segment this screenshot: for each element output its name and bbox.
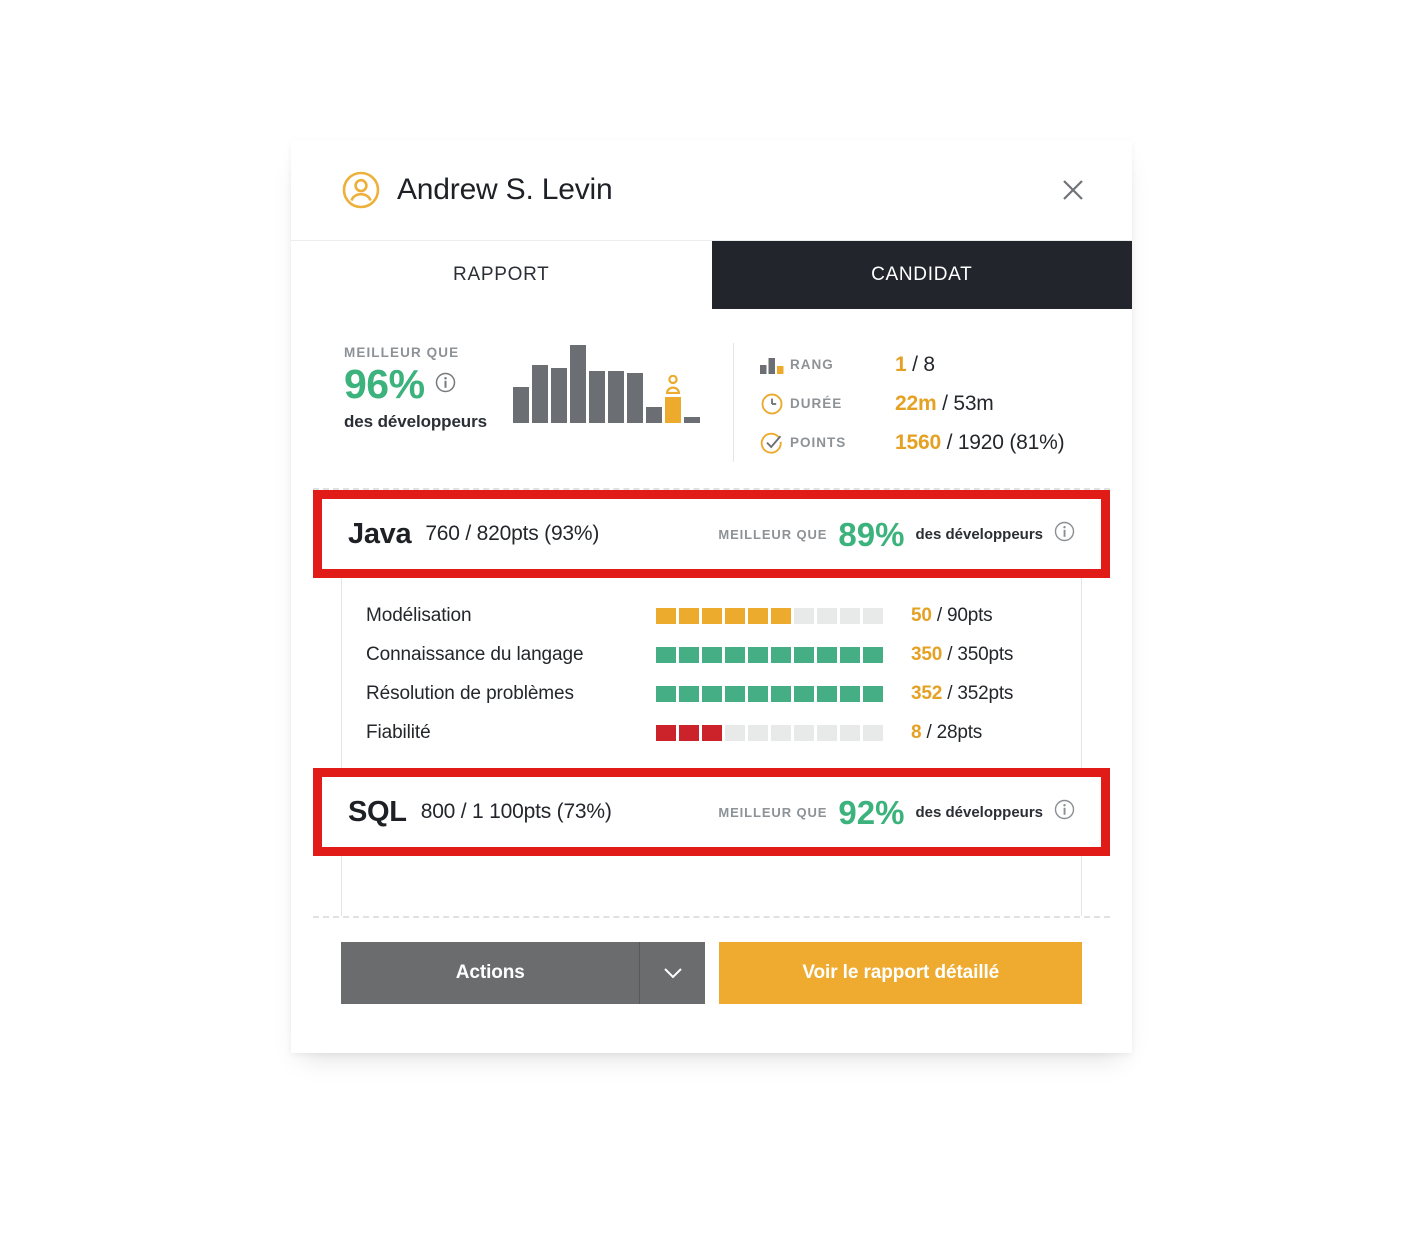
stat-label-points: POINTS: [790, 435, 847, 450]
skill-points-total: / 350pts: [947, 643, 1014, 665]
language-kicker-java: MEILLEUR QUE: [718, 526, 828, 542]
stat-value-duree: 22m / 53m: [895, 392, 994, 416]
skill-progress: [656, 646, 884, 663]
histogram-bar: [550, 368, 567, 423]
histogram-bar: [683, 417, 700, 423]
actions-button-label: Actions: [455, 962, 525, 983]
language-percentile-sql: 92%: [838, 793, 905, 831]
tab-candidat[interactable]: CANDIDAT: [711, 241, 1132, 309]
skill-points-value: 8: [911, 721, 922, 743]
skill-row: Résolution de problèmes 352 / 352pts: [342, 674, 1081, 713]
skill-progress: [656, 724, 884, 741]
developer-distribution-chart: [512, 343, 700, 425]
skill-points-value: 352: [911, 682, 943, 704]
histogram-bar: [645, 407, 662, 423]
tab-rapport[interactable]: RAPPORT: [291, 241, 712, 309]
histogram-bar-candidate: [664, 374, 681, 423]
stat-value-duree-number: 22m: [895, 391, 937, 415]
language-score-java: 760 / 820pts (93%): [425, 522, 600, 545]
skill-list-sql: [341, 856, 1082, 916]
skill-name: Résolution de problèmes: [366, 682, 574, 704]
language-suffix-sql: des développeurs: [915, 803, 1043, 821]
histogram-bar: [626, 373, 643, 423]
stat-row-duree: DURÉE 22m / 53m: [760, 384, 1082, 423]
skill-progress: [656, 607, 884, 624]
stat-total-points: / 1920 (81%): [946, 430, 1065, 454]
skill-list-java: Modélisation 50 / 90pts Connaissance du …: [341, 578, 1082, 768]
stat-row-rang: RANG 1 / 8: [760, 345, 1082, 384]
stat-value-points-number: 1560: [895, 430, 941, 454]
info-circle-icon[interactable]: [1054, 521, 1075, 547]
better-than-suffix: des développeurs: [344, 412, 487, 431]
histogram-bar: [512, 387, 529, 423]
skill-points-total: / 90pts: [936, 604, 993, 626]
histogram-bar: [588, 371, 605, 423]
skill-points: 350 / 350pts: [911, 644, 1013, 666]
info-circle-icon[interactable]: [435, 372, 456, 398]
stat-label-rang: RANG: [790, 357, 834, 372]
skill-points-total: / 352pts: [947, 682, 1014, 704]
clock-icon: [760, 392, 790, 416]
close-icon[interactable]: [1056, 173, 1090, 207]
user-circle-icon: [341, 170, 381, 210]
chevron-down-icon[interactable]: [639, 942, 705, 1004]
check-circle-icon: [760, 431, 790, 455]
person-marker-icon: [665, 374, 680, 395]
card-header: Andrew S. Levin: [291, 140, 1132, 240]
stat-total-duree: / 53m: [942, 391, 994, 415]
stat-row-points: POINTS 1560 / 1920 (81%): [760, 423, 1082, 462]
info-circle-icon[interactable]: [1054, 799, 1075, 825]
language-header-java[interactable]: Java 760 / 820pts (93%) MEILLEUR QUE 89%…: [313, 490, 1110, 578]
candidate-report-card: Andrew S. Levin RAPPORT CANDIDAT MEILLEU…: [291, 140, 1132, 1053]
stat-total-rang: / 8: [912, 352, 935, 376]
skill-row: Modélisation 50 / 90pts: [342, 596, 1081, 635]
histogram-bar: [607, 371, 624, 423]
better-than-percent: 96%: [344, 361, 425, 407]
view-detailed-report-button[interactable]: Voir le rapport détaillé: [719, 942, 1082, 1004]
language-name-sql: SQL: [348, 795, 407, 828]
skill-row: Fiabilité 8 / 28pts: [342, 713, 1081, 752]
language-name-java: Java: [348, 517, 412, 550]
skill-points: 352 / 352pts: [911, 683, 1013, 705]
skill-points: 8 / 28pts: [911, 722, 982, 744]
better-than-kicker: MEILLEUR QUE: [344, 345, 460, 360]
bar-chart-icon: [760, 356, 790, 374]
skill-points-value: 50: [911, 604, 932, 626]
card-footer: Actions Voir le rapport détaillé: [291, 918, 1132, 1004]
skill-points: 50 / 90pts: [911, 604, 993, 627]
language-score-sql: 800 / 1 100pts (73%): [420, 800, 612, 823]
skill-name: Fiabilité: [366, 721, 431, 743]
page-title: Andrew S. Levin: [397, 173, 613, 206]
stat-value-rang: 1 / 8: [895, 353, 935, 377]
skill-progress: [656, 685, 884, 702]
language-suffix-java: des développeurs: [915, 525, 1043, 543]
language-kicker-sql: MEILLEUR QUE: [718, 804, 828, 820]
language-header-sql[interactable]: SQL 800 / 1 100pts (73%) MEILLEUR QUE 92…: [313, 768, 1110, 856]
skill-row: Connaissance du langage 350 / 350pts: [342, 635, 1081, 674]
skill-name: Modélisation: [366, 604, 472, 626]
actions-button[interactable]: Actions: [341, 942, 706, 1004]
skill-points-value: 350: [911, 643, 943, 665]
stats-panel: RANG 1 / 8 DURÉE 22m / 53m POINTS 1560 /…: [733, 343, 1082, 462]
language-percentile-java: 89%: [838, 515, 905, 553]
histogram-bar: [531, 365, 548, 423]
stat-value-rang-number: 1: [895, 352, 907, 376]
stat-label-duree: DURÉE: [790, 396, 843, 411]
better-than-block: MEILLEUR QUE 96% des développeurs: [341, 343, 733, 462]
tab-bar: RAPPORT CANDIDAT: [291, 240, 1132, 309]
histogram-bar: [569, 345, 586, 423]
stat-value-points: 1560 / 1920 (81%): [895, 430, 1065, 455]
summary-strip: MEILLEUR QUE 96% des développeurs RANG 1…: [341, 309, 1082, 488]
skill-name: Connaissance du langage: [366, 643, 584, 665]
screenshot-root: Andrew S. Levin RAPPORT CANDIDAT MEILLEU…: [0, 0, 1403, 1239]
skill-points-total: / 28pts: [926, 721, 983, 743]
